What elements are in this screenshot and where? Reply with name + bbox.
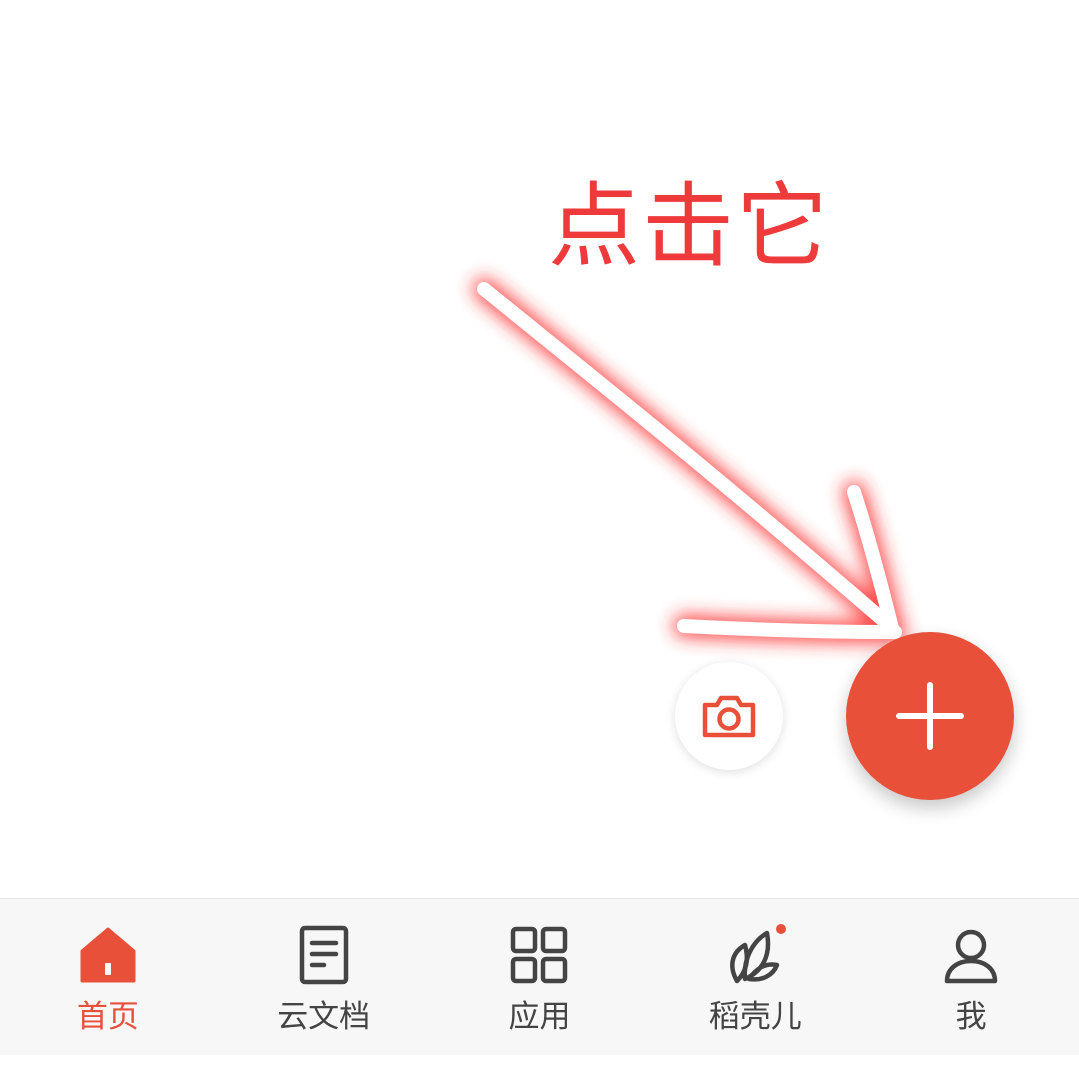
- plus-icon: [896, 682, 964, 750]
- nav-item-apps[interactable]: 应用: [432, 899, 648, 1055]
- nav-item-me[interactable]: 我: [863, 899, 1079, 1055]
- nav-label-me: 我: [955, 999, 987, 1035]
- camera-icon: [702, 695, 756, 738]
- camera-button[interactable]: [675, 662, 783, 770]
- nav-label-docer: 稻壳儿: [708, 999, 802, 1035]
- home-screen: 点击它 首页 云文档 应用 稻壳儿 我: [0, 0, 1079, 1076]
- apps-grid-icon: [511, 926, 568, 984]
- annotation-label: 点击它: [548, 173, 831, 280]
- document-icon: [299, 925, 348, 985]
- user-icon: [944, 929, 998, 984]
- nav-label-apps: 应用: [508, 999, 571, 1035]
- nav-label-home: 首页: [76, 999, 139, 1035]
- bottom-navigation: 首页 云文档 应用 稻壳儿 我: [0, 898, 1079, 1055]
- add-button[interactable]: [846, 632, 1014, 800]
- nav-item-docer[interactable]: 稻壳儿: [647, 899, 863, 1055]
- nav-label-cloud-docs: 云文档: [277, 999, 371, 1035]
- nav-item-home[interactable]: 首页: [0, 899, 216, 1055]
- leaf-icon: [730, 924, 787, 984]
- nav-item-cloud-docs[interactable]: 云文档: [216, 899, 432, 1055]
- bottom-safe-area: [0, 1055, 1079, 1076]
- home-icon: [80, 927, 136, 983]
- notification-badge: [776, 924, 787, 934]
